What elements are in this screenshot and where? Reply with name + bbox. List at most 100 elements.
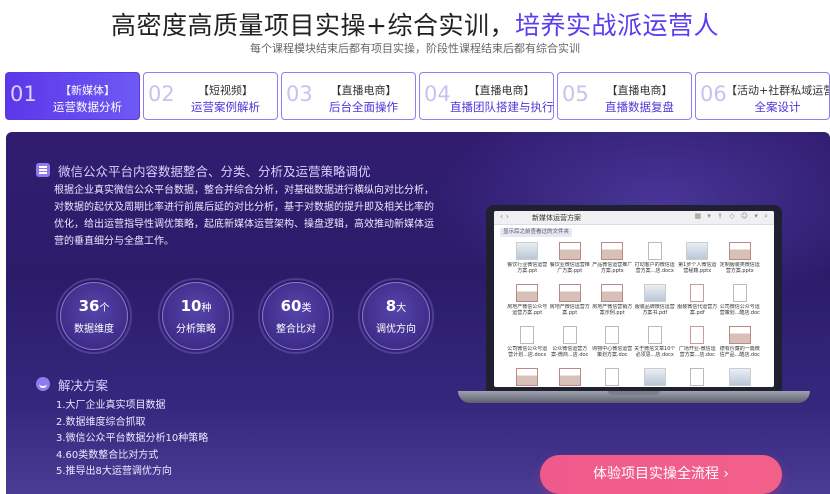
page-headline: 高密度高质量项目实操+综合实训，培养实战派运营人	[0, 6, 830, 42]
tab-short-video[interactable]: 02 【短视频】 运营案例解析	[143, 72, 278, 120]
tab-label: 全案设计	[754, 100, 801, 114]
file-item[interactable]: 房地产微信公众号 运营方案.ppt	[506, 284, 549, 320]
tab-category: 【新媒体】	[60, 84, 115, 97]
file-thumbnail-icon	[728, 368, 751, 386]
file-thumbnail-icon	[520, 326, 534, 344]
file-name-line: 营秘籍.pptx	[683, 268, 712, 274]
file-name: 餐饮业微信运营推 广方案.ppt	[549, 262, 592, 274]
file-item[interactable]	[719, 368, 762, 387]
solution-item: 2.数据维度综合抓取	[56, 416, 146, 428]
file-item[interactable]: 餐饮行业微信运营 方案.ppt	[506, 242, 549, 278]
file-name: 餐饮行业微信运营 方案.ppt	[506, 262, 549, 274]
file-name-line: 营计划...店.docx	[508, 352, 547, 358]
file-item[interactable]	[634, 368, 677, 387]
file-thumbnail-icon	[516, 284, 538, 302]
laptop-screen: ‹ › 新媒体运营方案 ▦ ▾ ⇪ ◇ ☺ ▾ ⌕ 显示后之前查看过的文件夹 餐…	[494, 211, 774, 387]
file-item[interactable]: 服装微信代运营方 案.pdf	[676, 284, 719, 320]
solution-item: 4.60类数整合比对方式	[56, 449, 159, 461]
description-line: 根据企业真实微信公众平台数据，整合并综合分析，对基础数据进行横纵向对比分析，	[54, 185, 434, 196]
stat-directions: 8大 调优方向	[358, 278, 434, 354]
tab-number: 05	[562, 82, 589, 106]
file-item[interactable]: 第1步个人微信运 营秘籍.pptx	[676, 242, 719, 278]
file-item[interactable]: 德有价廉的一篇微 信产品...酷店.doc	[719, 326, 762, 362]
tab-live-review[interactable]: 05 【直播电商】 直播数据复盘	[557, 72, 692, 120]
solution-item: 1.大厂企业真实项目数据	[56, 400, 166, 411]
file-grid: 餐饮行业微信运营 方案.ppt 餐饮业微信运营推 广方案.ppt 产品微信运营推广 方案.…	[506, 242, 762, 387]
module-tabs: 01 【新媒体】 运营数据分析 02 【短视频】 运营案例解析 03 【直播电商…	[5, 72, 830, 120]
file-item[interactable]: 关于微信文章10个 必须思...店.docx	[634, 326, 677, 362]
file-name: 房地产微信公众号 运营方案.ppt	[506, 304, 549, 316]
file-thumbnail-icon	[516, 368, 538, 386]
file-name: 房地产微信运营方 案.ppt	[549, 304, 592, 316]
file-name-line: 策划方案.doc	[596, 352, 628, 358]
file-thumbnail-icon	[558, 368, 581, 386]
file-name-line: 营方案...店.docx	[635, 268, 674, 274]
tab-community[interactable]: 06 【活动+社群私域运营】 全案设计	[695, 72, 830, 120]
file-item[interactable]	[549, 368, 592, 387]
file-item[interactable]	[506, 368, 549, 387]
tab-new-media-data[interactable]: 01 【新媒体】 运营数据分析	[5, 72, 140, 120]
section-title-text: 微信公众平台内容数据整合、分类、分析及运营策略调优	[58, 163, 371, 179]
tab-live-team[interactable]: 04 【直播电商】 直播团队搭建与执行	[419, 72, 554, 120]
tab-live-backend[interactable]: 03 【直播电商】 后台全面操作	[281, 72, 416, 120]
file-thumbnail-icon	[601, 242, 623, 260]
window-titlebar: ‹ › 新媒体运营方案 ▦ ▾ ⇪ ◇ ☺ ▾ ⌕	[494, 211, 774, 225]
file-thumbnail-icon	[605, 368, 619, 386]
tab-number: 04	[424, 82, 451, 106]
file-name-line: 运营方案.ppt	[512, 310, 543, 316]
file-item[interactable]	[676, 368, 719, 387]
file-name-line: 方案.ppt	[517, 268, 538, 274]
file-item[interactable]: 公司微信公众号运 营计划...店.docx	[506, 326, 549, 362]
file-thumbnail-icon	[728, 326, 751, 344]
file-thumbnail-icon	[516, 242, 538, 260]
file-thumbnail-icon	[732, 284, 747, 302]
file-thumbnail-icon	[643, 284, 666, 302]
file-name: 购物中心微信运营 策划方案.doc	[591, 346, 634, 358]
tab-category: 【直播电商】	[330, 84, 397, 97]
stat-unit: 大	[396, 303, 407, 314]
file-thumbnail-icon	[601, 284, 623, 302]
file-item[interactable]	[591, 368, 634, 387]
path-hint: 显示后之前查看过的文件夹	[500, 228, 573, 237]
file-thumbnail-icon	[686, 242, 708, 260]
file-name: 德有价廉的一篇微 信产品...酷店.doc	[719, 346, 762, 358]
laptop-base	[458, 391, 810, 403]
tab-number: 06	[700, 82, 727, 106]
back-forward-icon[interactable]: ‹ ›	[500, 212, 509, 221]
smile-icon	[36, 377, 50, 391]
file-item[interactable]: 房地产微信运营方 案.ppt	[549, 284, 592, 320]
section-title: 微信公众平台内容数据整合、分类、分析及运营策略调优	[36, 162, 371, 179]
toolbar-icons[interactable]: ▦ ▾ ⇪ ◇ ☺ ▾ ⌕	[695, 212, 770, 221]
file-item[interactable]: 服装品牌微信运营 方案书.pdf	[634, 284, 677, 320]
tab-category: 【短视频】	[198, 84, 253, 97]
file-thumbnail-icon	[690, 326, 704, 344]
description-line: 营的垂直细分与全盘工作。	[54, 236, 174, 247]
file-item[interactable]: 公司微信公众号运 营策划...酷店.doc	[719, 284, 762, 320]
file-item[interactable]: 公众微信运营方 案-微商...店.doc	[549, 326, 592, 362]
file-name: 服装品牌微信运营 方案书.pdf	[634, 304, 677, 316]
file-name-line: 营方案.pptx	[725, 268, 754, 274]
file-item[interactable]: 广场开业-微信运 营方案...店.doc	[676, 326, 719, 362]
file-thumbnail-icon	[643, 368, 666, 386]
file-item[interactable]: 定制服装类微信运 营方案.pptx	[719, 242, 762, 278]
file-item[interactable]: 产品微信运营推广 方案.pptx	[591, 242, 634, 278]
file-name: 产品微信运营推广 方案.pptx	[591, 262, 634, 274]
file-thumbnail-icon	[690, 284, 704, 302]
file-item[interactable]: 打动客户的微信运 营方案...店.docx	[634, 242, 677, 278]
file-name: 公司微信公众号运 营计划...店.docx	[506, 346, 549, 358]
stat-label: 分析策略	[176, 324, 216, 335]
file-item[interactable]: 购物中心微信运营 策划方案.doc	[591, 326, 634, 362]
window-title: 新媒体运营方案	[532, 214, 581, 222]
description-line: 对数据的起伏及周期比率进行前展后延的对比分析，基于对数据的提升即及相关比率的	[54, 202, 434, 213]
tab-number: 02	[148, 82, 175, 106]
tab-label: 直播团队搭建与执行	[450, 100, 554, 114]
file-name-line: 案.pdf	[689, 310, 705, 316]
experience-cta-button[interactable]: 体验项目实操全流程 ›	[540, 455, 782, 494]
file-thumbnail-icon	[690, 368, 704, 386]
tab-category: 【活动+社群私域运营】	[726, 84, 829, 97]
file-item[interactable]: 餐饮业微信运营推 广方案.ppt	[549, 242, 592, 278]
file-thumbnail-icon	[562, 326, 577, 344]
file-name-line: 案.ppt	[562, 310, 578, 316]
stat-unit: 个	[99, 303, 110, 314]
file-item[interactable]: 房地产微信营销方 案示例.ppt	[591, 284, 634, 320]
